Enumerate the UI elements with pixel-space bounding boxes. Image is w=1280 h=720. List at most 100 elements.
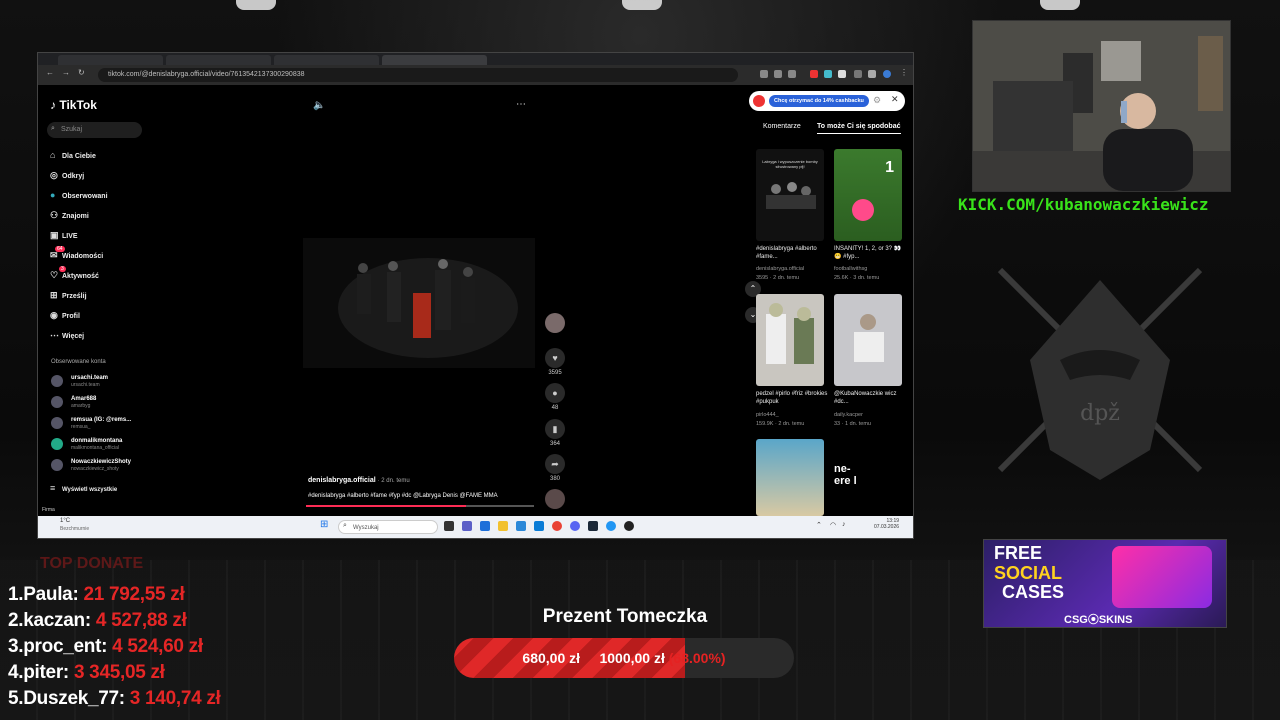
tiktok-logo[interactable]: ♪ TikTok	[50, 98, 97, 112]
donor-row: 1.Paula: 21 792,55 zł	[8, 584, 185, 605]
related-thumbnail[interactable]: ne- ere l	[834, 439, 902, 516]
extension-icon[interactable]	[774, 70, 782, 78]
related-stats: 33 · 1 dn. temu	[834, 421, 871, 427]
nav-following[interactable]: ● Obserwowani	[50, 190, 108, 200]
related-stats: 3595 · 2 dn. temu	[756, 275, 800, 281]
extension-icon[interactable]	[810, 70, 818, 78]
related-stats: 159.9K · 2 dn. temu	[756, 421, 805, 427]
cashback-logo-icon	[753, 95, 765, 107]
app-icon[interactable]	[480, 521, 490, 531]
back-icon[interactable]: ←	[46, 68, 54, 77]
browser-tab-active[interactable]	[382, 55, 487, 65]
video-caption: #denislabryga #alberto #fame #fyp #dc @L…	[308, 493, 498, 499]
ad-line1: FREE	[994, 543, 1043, 563]
show-all-link[interactable]: ≡ Wyświetl wszystkie	[50, 483, 117, 493]
taskbar-clock[interactable]: 13:19 07.03.2026	[874, 518, 899, 530]
related-author[interactable]: denislabryga.official	[756, 266, 828, 272]
close-icon[interactable]: ✕	[891, 94, 899, 105]
related-thumbnail[interactable]	[756, 439, 824, 516]
volume-icon[interactable]: 🔈	[313, 100, 325, 111]
steam-icon[interactable]	[588, 521, 598, 531]
avatar	[51, 396, 63, 408]
browser-tab[interactable]	[58, 55, 163, 65]
video-player[interactable]	[303, 238, 535, 368]
wifi-icon[interactable]: ◠	[830, 521, 836, 529]
extension-icon[interactable]	[838, 70, 846, 78]
browser-tab-strip	[38, 53, 913, 65]
csgoskins-ad[interactable]: FREE SOCIAL CASES CSG⦿SKINS	[983, 539, 1227, 628]
related-thumbnail[interactable]: 1	[834, 149, 902, 241]
related-caption[interactable]: @KubaNowaczkie wicz #dc...	[834, 390, 906, 406]
app-icon[interactable]	[624, 521, 634, 531]
nav-more[interactable]: ⋯ Więcej	[50, 330, 84, 341]
taskbar-search[interactable]: Wyszukaj	[338, 520, 438, 534]
tray-chevron-icon[interactable]: ⌃	[816, 521, 822, 529]
volume-icon[interactable]: ♪	[842, 521, 846, 528]
windows-start-icon[interactable]: ⊞	[320, 519, 328, 530]
extension-icon[interactable]	[760, 70, 768, 78]
messages-badge: 64	[55, 246, 65, 252]
related-thumbnail[interactable]	[756, 294, 824, 386]
video-author[interactable]: denislabryga.official · 2 dn. temu	[308, 477, 410, 484]
nav-upload[interactable]: ⊞ Prześlij	[50, 290, 87, 301]
related-thumbnail[interactable]	[834, 294, 902, 386]
weather-desc[interactable]: Bezchmurnie	[60, 526, 89, 532]
nav-for-you[interactable]: ⌂ Dla Ciebie	[50, 150, 96, 160]
instagram-case-icon	[1112, 546, 1212, 608]
search-input[interactable]: Szukaj	[47, 122, 142, 138]
taskview-icon[interactable]	[444, 521, 454, 531]
related-caption[interactable]: INSANITY! 1, 2, or 3? 👀 😬 #fyp...	[834, 245, 906, 261]
bookmark-star-icon[interactable]	[788, 70, 796, 78]
compass-icon: ◎	[50, 170, 58, 180]
address-bar[interactable]: tiktok.com/@denislabryga.official/video/…	[98, 68, 738, 82]
related-author[interactable]: daily.kacper	[834, 412, 906, 418]
list-icon: ≡	[50, 483, 56, 493]
author-avatar[interactable]	[543, 313, 567, 335]
discord-icon[interactable]	[570, 521, 580, 531]
related-caption[interactable]: pedzel #pirlo #friz #brokies #pukpuk	[756, 390, 828, 406]
nav-profile[interactable]: ◉ Profil	[50, 310, 80, 321]
tab-recommended[interactable]: To może Ci się spodobać	[817, 123, 901, 134]
related-author[interactable]: pirlo444_	[756, 412, 828, 418]
settings-icon[interactable]: ⚙	[873, 95, 881, 106]
reload-icon[interactable]: ↻	[78, 68, 85, 77]
teams-icon[interactable]	[462, 521, 472, 531]
extension-icon[interactable]	[824, 70, 832, 78]
profile-avatar-icon[interactable]	[883, 70, 891, 78]
related-stats: 25.6K · 3 dn. temu	[834, 275, 880, 281]
edge-icon[interactable]	[534, 521, 544, 531]
forward-icon[interactable]: →	[62, 68, 70, 77]
app-icon[interactable]	[606, 521, 616, 531]
nav-friends[interactable]: ⚇ Znajomi	[50, 210, 89, 221]
extension-icon[interactable]	[868, 70, 876, 78]
browser-tab[interactable]	[166, 55, 271, 65]
related-author[interactable]: footballwithsg	[834, 266, 906, 272]
nav-activity[interactable]: ♡ Aktywność	[50, 270, 99, 281]
save-button[interactable]: ▮ 364	[543, 419, 567, 447]
chrome-icon[interactable]	[552, 521, 562, 531]
kick-channel-url: KICK.COM/kubanowaczkiewicz	[958, 195, 1209, 214]
browser-tab[interactable]	[274, 55, 379, 65]
sound-disc[interactable]	[543, 489, 567, 511]
like-button[interactable]: ♥ 3595	[543, 348, 567, 376]
avatar	[51, 417, 63, 429]
more-options-icon[interactable]: ⋯	[516, 99, 526, 110]
share-button[interactable]: ➦ 380	[543, 454, 567, 482]
live-icon: ▣	[50, 230, 59, 240]
related-thumbnail[interactable]: Labryga i wypuszczenie bomby sfrustrowan…	[756, 149, 824, 241]
nav-live[interactable]: ▣ LIVE	[50, 230, 78, 241]
browser-menu-icon[interactable]: ⋮	[900, 68, 908, 77]
related-caption[interactable]: #denislabryga #alberto #fame...	[756, 245, 828, 261]
cashback-banner[interactable]: Chcę otrzymać do 14% cashbacku ⚙ ✕	[749, 91, 905, 111]
extension-icon[interactable]	[854, 70, 862, 78]
folder-icon[interactable]	[498, 521, 508, 531]
video-progress[interactable]	[306, 505, 534, 507]
nav-explore[interactable]: ◎ Odkryj	[50, 170, 84, 181]
weather-temp[interactable]: 1°C	[60, 518, 70, 524]
cashback-pill: Chcę otrzymać do 14% cashbacku	[769, 95, 869, 107]
windows-taskbar	[38, 516, 913, 538]
comment-button[interactable]: ● 48	[543, 383, 567, 411]
avatar	[51, 438, 63, 450]
tab-comments[interactable]: Komentarze	[763, 123, 801, 130]
app-icon[interactable]	[516, 521, 526, 531]
